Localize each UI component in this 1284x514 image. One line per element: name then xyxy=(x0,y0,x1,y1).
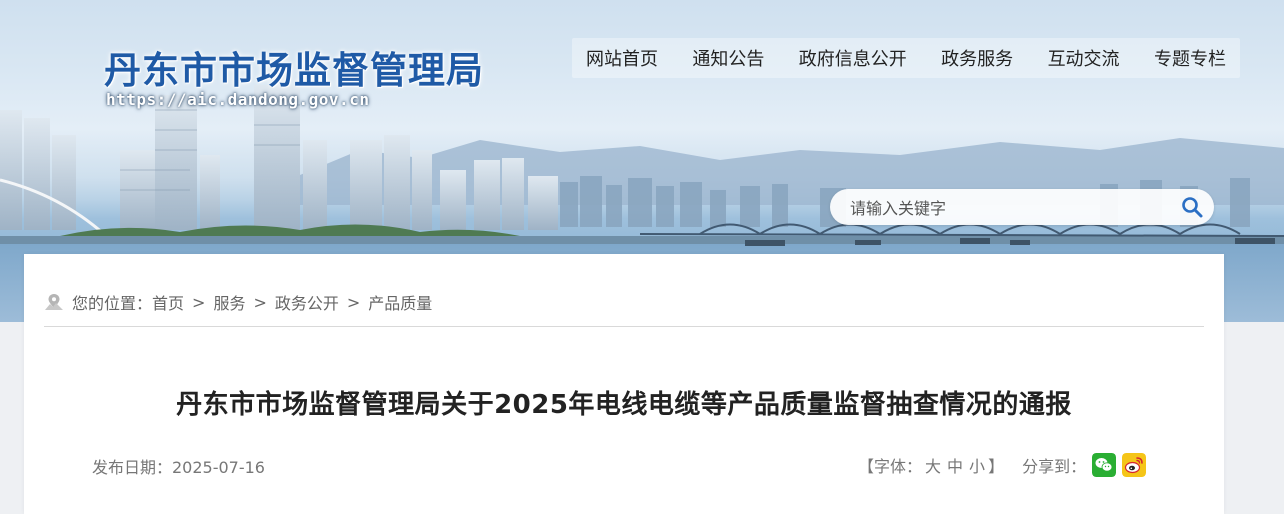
font-size-medium-button[interactable]: 中 xyxy=(947,453,963,477)
search-icon[interactable] xyxy=(1180,195,1204,219)
breadcrumb-gov-affairs[interactable]: 政务公开 xyxy=(275,290,339,314)
main-nav: 网站首页 通知公告 政府信息公开 政务服务 互动交流 专题专栏 xyxy=(572,38,1240,78)
nav-item-notices[interactable]: 通知公告 xyxy=(692,45,764,71)
share-label: 分享到： xyxy=(1022,457,1087,476)
site-title: 丹东市市场监督管理局 xyxy=(104,49,484,92)
breadcrumb-home[interactable]: 首页 xyxy=(152,290,184,314)
nav-item-services[interactable]: 政务服务 xyxy=(941,45,1013,71)
nav-item-home[interactable]: 网站首页 xyxy=(586,45,658,71)
font-size-open: 【字体： xyxy=(858,457,923,476)
wechat-icon[interactable] xyxy=(1092,453,1117,477)
breadcrumb-separator: > xyxy=(192,292,206,312)
article-tools: 【字体： 大 中 小 】 分享到： xyxy=(858,452,1147,478)
breadcrumb-product-quality[interactable]: 产品质量 xyxy=(368,290,432,314)
breadcrumb-prefix: 您的位置： xyxy=(72,294,153,313)
breadcrumb-separator: > xyxy=(253,292,267,312)
article-card: 您的位置： 首页 > 服务 > 政务公开 > 产品质量 丹东市市场监督管理局关于… xyxy=(24,254,1224,514)
weibo-icon[interactable] xyxy=(1122,453,1147,477)
nav-item-interaction[interactable]: 互动交流 xyxy=(1048,45,1120,71)
font-size-close: 】 xyxy=(988,457,1005,476)
publish-date: 发布日期：2025-07-16 xyxy=(92,458,265,477)
divider xyxy=(44,326,1204,327)
breadcrumb-separator: > xyxy=(346,292,361,312)
article-title: 丹东市市场监督管理局关于2025年电线电缆等产品质量监督抽查情况的通报 xyxy=(176,390,1072,420)
nav-item-topics[interactable]: 专题专栏 xyxy=(1154,45,1226,71)
search-input[interactable] xyxy=(848,189,1172,227)
breadcrumb-services[interactable]: 服务 xyxy=(213,290,245,314)
font-size-large-button[interactable]: 大 xyxy=(925,453,941,477)
nav-item-gov-info[interactable]: 政府信息公开 xyxy=(799,45,907,71)
location-icon xyxy=(45,294,63,310)
search-box xyxy=(830,189,1214,227)
breadcrumb: 您的位置： 首页 > 服务 > 政务公开 > 产品质量 xyxy=(44,290,1204,314)
font-size-small-button[interactable]: 小 xyxy=(969,453,985,477)
site-url: https://aic.dandong.gov.cn xyxy=(106,90,370,109)
